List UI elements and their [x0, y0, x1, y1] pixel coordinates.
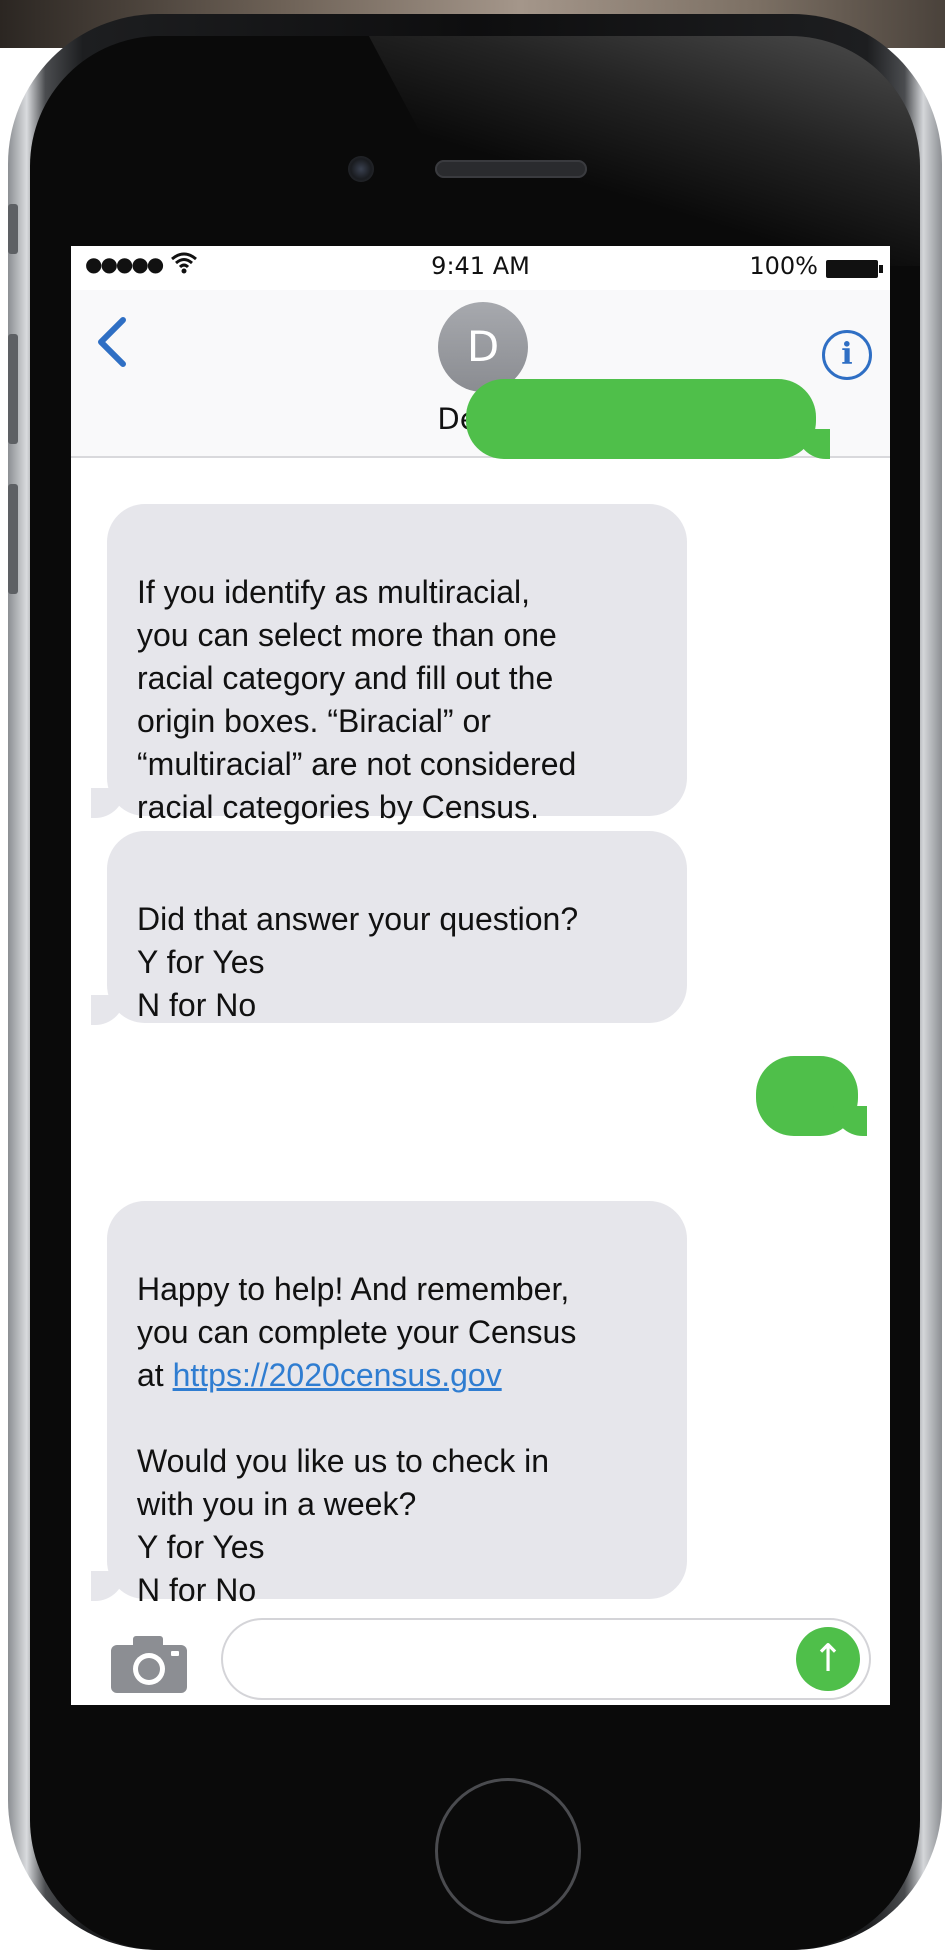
send-button[interactable]: ↑ — [796, 1627, 860, 1691]
camera-button[interactable] — [109, 1633, 189, 1695]
camera-icon — [111, 1636, 187, 1693]
message-text: Did that answer your question? Y for Yes… — [137, 901, 579, 1023]
back-chevron-icon — [98, 317, 126, 367]
front-camera — [348, 156, 374, 182]
volume-down-button — [8, 484, 18, 594]
census-link[interactable]: https://2020census.gov — [173, 1357, 502, 1393]
earpiece-speaker — [435, 160, 587, 178]
bubble-tail — [91, 1571, 125, 1601]
bubble-tail — [91, 788, 125, 818]
info-button[interactable]: i — [822, 330, 872, 380]
message-bubble-outgoing[interactable]: What if I’m biracial — [466, 379, 816, 517]
status-bar: ●●●●● 9:41 AM 100% — [71, 246, 890, 290]
battery-icon — [826, 260, 883, 278]
battery-percent: 100% — [749, 252, 818, 280]
message-bubble-incoming[interactable]: If you identify as multiracial, you can … — [107, 504, 687, 825]
info-icon: i — [841, 337, 853, 372]
message-bubble-incoming[interactable]: Happy to help! And remember, you can com… — [107, 1201, 687, 1608]
message-text: If you identify as multiracial, you can … — [137, 574, 577, 825]
volume-up-button — [8, 334, 18, 444]
messages-screen: ●●●●● 9:41 AM 100% D Demo i What if I’m … — [71, 246, 890, 1705]
message-text: Y — [796, 1158, 818, 1194]
back-button[interactable] — [89, 312, 145, 372]
message-bubble-incoming[interactable]: Did that answer your question? Y for Yes… — [107, 831, 687, 1023]
glass-glare — [368, 36, 920, 266]
mute-switch — [8, 204, 18, 254]
message-input[interactable] — [221, 1618, 871, 1700]
home-button[interactable] — [435, 1778, 581, 1924]
bubble-tail — [91, 995, 125, 1025]
message-text: Would you like us to check in with you i… — [137, 1443, 550, 1608]
send-arrow-icon: ↑ — [812, 1636, 844, 1680]
bubble-tail — [833, 1106, 867, 1136]
